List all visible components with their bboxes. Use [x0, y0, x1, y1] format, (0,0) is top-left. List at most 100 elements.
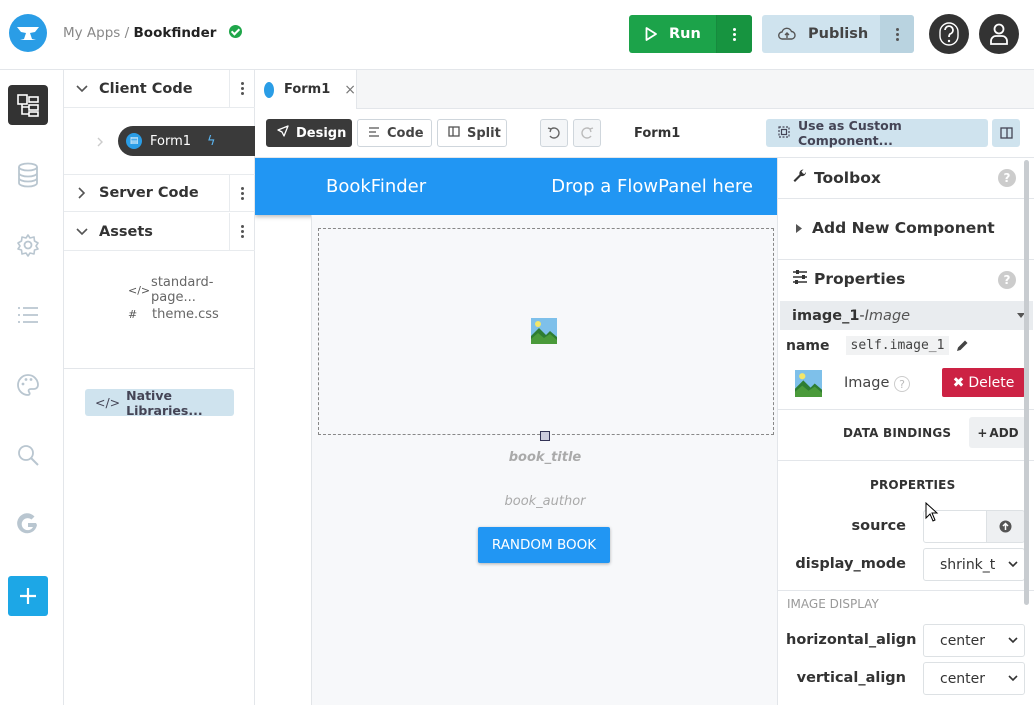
horizontal-align-label: horizontal_align: [786, 632, 917, 648]
x-icon: ✖: [952, 374, 965, 391]
tree-item-form1[interactable]: ▤ Form1 ϟ: [118, 126, 255, 156]
add-new-component-toggle[interactable]: Add New Component: [778, 208, 1034, 248]
delete-component-button[interactable]: ✖ Delete: [942, 368, 1025, 397]
run-button[interactable]: Run: [629, 15, 716, 53]
client-code-header[interactable]: Client Code: [64, 70, 255, 108]
publish-button-group: Publish: [762, 15, 914, 53]
run-options-button[interactable]: [716, 15, 752, 53]
client-code-menu-button[interactable]: [229, 70, 255, 107]
name-value[interactable]: self.image_1: [845, 336, 950, 355]
book-title-label[interactable]: book_title: [312, 450, 777, 465]
properties-scrollbar[interactable]: [1024, 160, 1029, 605]
breadcrumb-my-apps[interactable]: My Apps: [63, 25, 120, 41]
caret-right-icon: [796, 219, 802, 237]
settings-gear-icon[interactable]: [8, 225, 48, 265]
design-canvas[interactable]: BookFinder Drop a FlowPanel here book_ti…: [255, 158, 777, 705]
book-author-label[interactable]: book_author: [312, 494, 777, 509]
split-view-icon: [448, 125, 460, 141]
properties-help-icon[interactable]: ?: [998, 271, 1016, 289]
chevron-right-icon: [97, 137, 103, 147]
plus-icon: +: [977, 425, 988, 440]
server-code-header[interactable]: Server Code: [64, 174, 255, 212]
help-button[interactable]: [929, 14, 969, 54]
flowpanel-drop-zone[interactable]: Drop a FlowPanel here: [551, 176, 753, 197]
add-label: ADD: [989, 425, 1019, 440]
undo-button[interactable]: [540, 119, 568, 147]
chevron-down-icon: [1008, 675, 1018, 682]
use-as-custom-component-label: Use as Custom Component...: [798, 118, 902, 148]
image-component-selected[interactable]: [318, 228, 774, 435]
upload-icon: [999, 520, 1012, 533]
publish-options-button[interactable]: [880, 15, 914, 53]
editor-toolbar: Design Code Split Form1 Use as Custom Co…: [255, 109, 1034, 158]
kebab-icon: [241, 186, 244, 200]
app-title[interactable]: BookFinder: [326, 176, 426, 197]
horizontal-align-select[interactable]: center: [923, 624, 1025, 657]
vertical-align-select[interactable]: center: [923, 662, 1025, 695]
toolbox-help-icon[interactable]: ?: [998, 169, 1016, 187]
component-selector[interactable]: image_1 - Image: [780, 301, 1033, 330]
saved-check-icon: [228, 25, 242, 38]
lightning-icon: ϟ: [207, 133, 216, 149]
random-book-button[interactable]: RANDOM BOOK: [478, 527, 610, 563]
display-mode-select[interactable]: shrink_t: [923, 548, 1025, 581]
use-as-custom-component-button[interactable]: Use as Custom Component...: [766, 118, 988, 148]
redo-button[interactable]: [573, 119, 601, 147]
form-icon: ▤: [126, 133, 142, 149]
native-libraries-button[interactable]: </> Native Libraries...: [85, 387, 234, 418]
delete-label: Delete: [968, 374, 1015, 391]
vertical-align-label: vertical_align: [796, 670, 906, 686]
panel-divider: [778, 590, 1034, 591]
theme-palette-icon[interactable]: [8, 365, 48, 405]
account-button[interactable]: [979, 14, 1019, 54]
content-panel[interactable]: book_title book_author RANDOM BOOK: [311, 215, 777, 705]
properties-header[interactable]: Properties: [778, 259, 1034, 299]
pencil-icon[interactable]: [955, 339, 969, 353]
app-tree-panel: Client Code ▤ Form1 ϟ Server Code Assets…: [64, 70, 255, 705]
kebab-icon: [241, 82, 244, 95]
close-tab-icon[interactable]: ×: [344, 82, 356, 98]
app-browser-icon[interactable]: [8, 85, 48, 125]
kebab-icon: [895, 27, 899, 41]
database-icon[interactable]: [8, 155, 48, 195]
anvil-logo-icon[interactable]: [9, 14, 47, 52]
assets-menu-button[interactable]: [229, 213, 255, 250]
split-mode-button[interactable]: Split: [437, 119, 507, 147]
breadcrumb-app-name[interactable]: Bookfinder: [134, 25, 217, 41]
publish-button[interactable]: Publish: [762, 15, 880, 53]
assets-label: Assets: [99, 223, 153, 240]
left-icon-rail: [0, 70, 64, 705]
add-feature-button[interactable]: [8, 576, 48, 616]
paper-plane-icon: [277, 125, 289, 141]
split-mode-label: Split: [467, 125, 501, 141]
toggle-panel-button[interactable]: [992, 119, 1020, 147]
resize-handle[interactable]: [540, 431, 550, 441]
top-bar: My Apps / Bookfinder Run Publish: [0, 0, 1034, 70]
list-icon[interactable]: [8, 295, 48, 335]
publish-button-label: Publish: [808, 26, 869, 42]
assets-header[interactable]: Assets: [64, 213, 255, 251]
client-code-label: Client Code: [99, 80, 193, 97]
image-component-icon: [795, 370, 822, 397]
help-icon: [939, 22, 959, 46]
code-mode-label: Code: [387, 125, 424, 141]
asset-item[interactable]: </> standard-page...: [128, 275, 254, 305]
panel-divider: [778, 198, 1034, 199]
component-help-icon[interactable]: ?: [894, 376, 910, 392]
native-libraries-label: Native Libraries...: [126, 387, 203, 418]
server-code-menu-button[interactable]: [229, 175, 255, 211]
breadcrumb-separator: /: [124, 25, 130, 41]
add-data-binding-button[interactable]: + ADD: [969, 417, 1027, 448]
sliders-icon: [792, 270, 808, 288]
component-icon: [778, 125, 790, 141]
breadcrumb: My Apps / Bookfinder: [63, 25, 242, 41]
asset-item[interactable]: # theme.css: [128, 307, 219, 322]
google-icon[interactable]: [8, 505, 48, 545]
toolbox-header[interactable]: Toolbox: [778, 158, 1034, 198]
search-icon[interactable]: [8, 435, 48, 475]
code-file-icon: </>: [128, 283, 151, 297]
design-mode-button[interactable]: Design: [266, 119, 352, 147]
tab-form1[interactable]: Form1 ×: [255, 70, 357, 109]
upload-source-button[interactable]: [986, 510, 1025, 543]
code-mode-button[interactable]: Code: [357, 119, 432, 147]
